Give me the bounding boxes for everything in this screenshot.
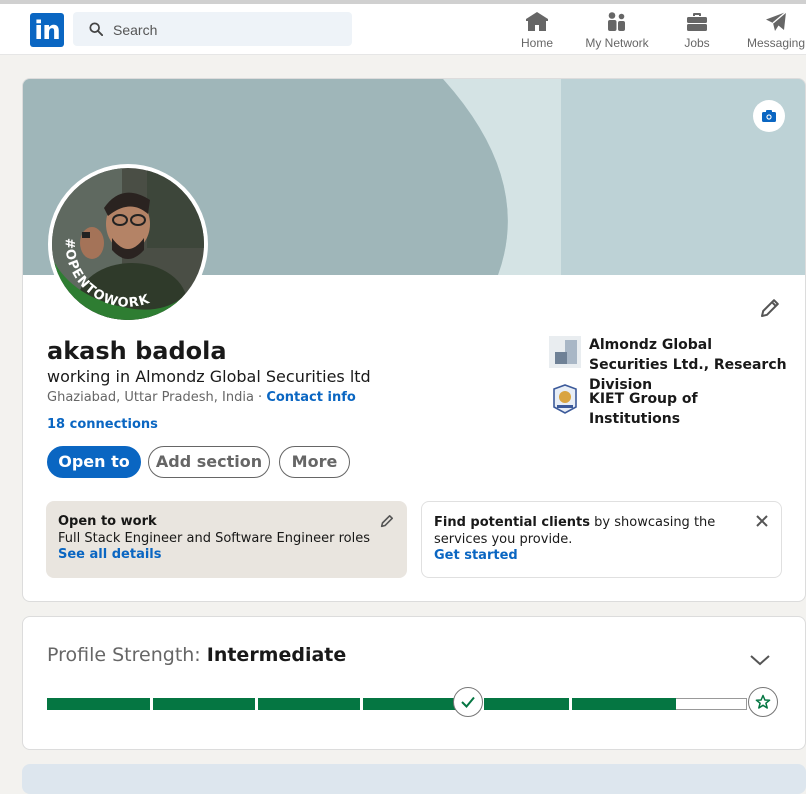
profile-strength-level: Intermediate [206, 644, 347, 666]
profile-location-line: Ghaziabad, Uttar Pradesh, India · Contac… [47, 390, 356, 405]
edit-intro-pencil-icon[interactable] [758, 296, 782, 320]
profile-location: Ghaziabad, Uttar Pradesh, India [47, 390, 254, 405]
avatar-photo: #OPENTOWORK [52, 168, 204, 320]
next-section-card [22, 764, 806, 794]
camera-icon [762, 110, 776, 122]
more-button[interactable]: More [279, 446, 350, 478]
top-navigation-bar: in Home My Network Jobs [0, 0, 806, 55]
meter-remaining [676, 698, 747, 710]
meter-segment [47, 698, 150, 710]
add-section-button[interactable]: Add section [148, 446, 270, 478]
nav-jobs-label: Jobs [684, 36, 710, 50]
linkedin-logo[interactable]: in [30, 13, 64, 47]
check-icon [461, 696, 475, 708]
meter-segment [258, 698, 360, 710]
connections-link[interactable]: 18 connections [47, 417, 158, 432]
chevron-down-icon[interactable] [749, 653, 771, 667]
profile-strength-meter [47, 698, 763, 710]
nav-messaging-label: Messaging [746, 36, 806, 50]
open-to-work-box: Open to work Full Stack Engineer and Sof… [46, 501, 407, 578]
nav-my-network[interactable]: My Network [580, 9, 654, 54]
home-icon [526, 12, 548, 31]
find-clients-bold: Find potential clients [434, 515, 591, 530]
edit-open-to-work-pencil-icon[interactable] [379, 513, 395, 529]
company-logo-icon [549, 336, 581, 368]
search-input[interactable] [111, 12, 345, 48]
search-box[interactable] [73, 12, 352, 48]
search-icon [89, 22, 103, 36]
meter-segment [153, 698, 255, 710]
meter-segment [572, 698, 676, 710]
nav-home[interactable]: Home [516, 9, 558, 54]
intermediate-milestone [453, 687, 483, 717]
separator-dot: · [253, 390, 267, 405]
org-item-almondz[interactable]: Almondz Global Securities Ltd., Research… [549, 335, 789, 393]
briefcase-icon [687, 13, 707, 31]
contact-info-link[interactable]: Contact info [266, 390, 355, 405]
all-star-milestone [748, 687, 778, 717]
close-icon[interactable] [755, 514, 769, 528]
nav-jobs[interactable]: Jobs [678, 9, 716, 54]
open-to-work-roles: Full Stack Engineer and Software Enginee… [58, 531, 370, 546]
meter-segment [363, 698, 465, 710]
org-name-kiet: KIET Group of Institutions [589, 391, 698, 427]
profile-avatar[interactable]: #OPENTOWORK [48, 164, 208, 324]
profile-card: #OPENTOWORK akash badola working in Almo… [22, 78, 806, 602]
get-started-link[interactable]: Get started [434, 548, 518, 563]
edit-cover-photo-button[interactable] [753, 100, 785, 132]
profile-strength-title: Profile Strength: Intermediate [47, 644, 346, 666]
meter-segment [484, 698, 569, 710]
nav-my-network-label: My Network [585, 36, 649, 50]
profile-headline: working in Almondz Global Securities ltd [47, 367, 371, 386]
org-item-kiet[interactable]: KIET Group of Institutions [549, 383, 789, 427]
find-clients-box: Find potential clients by showcasing the… [421, 501, 782, 578]
open-to-work-title: Open to work [58, 514, 157, 529]
school-logo-icon [549, 383, 581, 415]
nav-messaging[interactable]: Messaging [746, 9, 806, 54]
send-icon [766, 11, 787, 31]
network-icon [608, 12, 625, 31]
open-to-button[interactable]: Open to [47, 446, 141, 478]
profile-strength-card: Profile Strength: Intermediate [22, 616, 806, 750]
avatar-graphic: #OPENTOWORK [52, 168, 204, 320]
see-all-details-link[interactable]: See all details [58, 547, 162, 562]
profile-name: akash badola [47, 337, 227, 365]
nav-home-label: Home [520, 36, 553, 50]
star-icon [755, 694, 771, 709]
profile-strength-label: Profile Strength: [47, 644, 207, 666]
find-clients-text: Find potential clients by showcasing the… [434, 514, 734, 548]
